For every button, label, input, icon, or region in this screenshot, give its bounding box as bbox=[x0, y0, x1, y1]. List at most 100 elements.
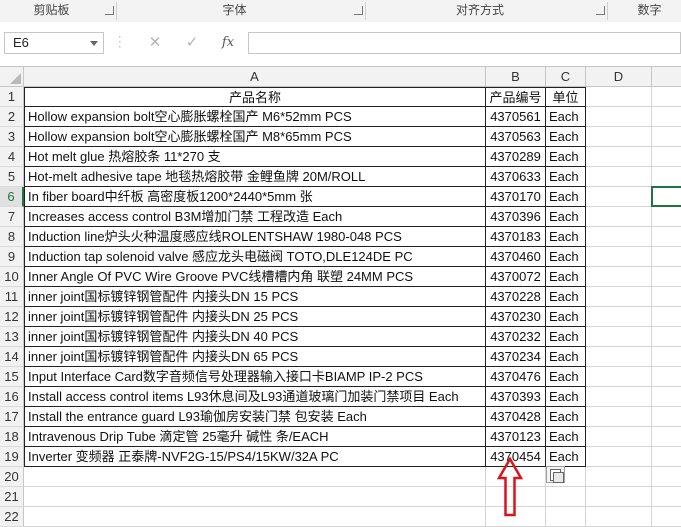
table-cell[interactable]: 4370072 bbox=[486, 267, 546, 287]
table-cell[interactable]: Each bbox=[546, 347, 586, 367]
row-header[interactable]: 10 bbox=[0, 267, 24, 287]
table-cell[interactable] bbox=[586, 207, 652, 227]
row-header[interactable]: 4 bbox=[0, 147, 24, 167]
table-cell[interactable] bbox=[586, 87, 652, 107]
select-all-button[interactable] bbox=[0, 67, 24, 87]
row-header[interactable]: 5 bbox=[0, 167, 24, 187]
table-cell[interactable]: Input Interface Card数字音频信号处理器输入接口卡BIAMP … bbox=[24, 367, 486, 387]
table-cell[interactable]: Induction line炉头火种温度感应线ROLENTSHAW 1980-0… bbox=[24, 227, 486, 247]
table-cell[interactable]: 单位 bbox=[546, 87, 586, 107]
row-header[interactable]: 1 bbox=[0, 87, 24, 107]
table-cell[interactable]: Each bbox=[546, 367, 586, 387]
table-cell[interactable] bbox=[652, 107, 681, 127]
table-cell[interactable]: Each bbox=[546, 167, 586, 187]
table-cell[interactable] bbox=[652, 407, 681, 427]
table-cell[interactable]: Intravenous Drip Tube 滴定管 25毫升 碱性 条/EACH bbox=[24, 427, 486, 447]
table-cell[interactable]: inner joint国标镀锌钢管配件 内接头DN 15 PCS bbox=[24, 287, 486, 307]
row-header[interactable]: 20 bbox=[0, 467, 24, 487]
row-header[interactable]: 18 bbox=[0, 427, 24, 447]
table-cell[interactable]: Hollow expansion bolt空心膨胀螺栓国产 M6*52mm PC… bbox=[24, 107, 486, 127]
row-header[interactable]: 3 bbox=[0, 127, 24, 147]
table-cell[interactable]: 4370393 bbox=[486, 387, 546, 407]
row-header[interactable]: 22 bbox=[0, 507, 24, 527]
table-cell[interactable] bbox=[586, 487, 652, 507]
row-header[interactable]: 14 bbox=[0, 347, 24, 367]
column-header[interactable]: D bbox=[586, 67, 652, 87]
table-cell[interactable] bbox=[24, 487, 486, 507]
table-cell[interactable]: Each bbox=[546, 147, 586, 167]
table-cell[interactable]: Hot-melt adhesive tape 地毯热熔胶带 金鲤鱼牌 20M/R… bbox=[24, 167, 486, 187]
formula-input[interactable] bbox=[248, 32, 681, 54]
row-header[interactable]: 21 bbox=[0, 487, 24, 507]
table-cell[interactable] bbox=[652, 347, 681, 367]
table-cell[interactable]: Each bbox=[546, 107, 586, 127]
table-cell[interactable]: 4370428 bbox=[486, 407, 546, 427]
table-cell[interactable]: Increases access control B3M增加门禁 工程改造 Ea… bbox=[24, 207, 486, 227]
name-box[interactable]: E6 bbox=[4, 32, 104, 54]
row-header[interactable]: 12 bbox=[0, 307, 24, 327]
table-cell[interactable]: Each bbox=[546, 127, 586, 147]
table-cell[interactable]: 4370563 bbox=[486, 127, 546, 147]
table-cell[interactable]: 4370633 bbox=[486, 167, 546, 187]
row-header[interactable]: 6 bbox=[0, 187, 24, 207]
table-cell[interactable]: Inner Angle Of PVC Wire Groove PVC线槽槽内角 … bbox=[24, 267, 486, 287]
table-cell[interactable]: Each bbox=[546, 427, 586, 447]
table-cell[interactable] bbox=[652, 427, 681, 447]
row-header[interactable]: 8 bbox=[0, 227, 24, 247]
table-cell[interactable]: inner joint国标镀锌钢管配件 内接头DN 40 PCS bbox=[24, 327, 486, 347]
table-cell[interactable]: 4370230 bbox=[486, 307, 546, 327]
table-cell[interactable] bbox=[652, 307, 681, 327]
row-header[interactable]: 19 bbox=[0, 447, 24, 467]
table-cell[interactable] bbox=[652, 167, 681, 187]
active-cell-selection[interactable] bbox=[651, 186, 681, 207]
table-cell[interactable] bbox=[586, 327, 652, 347]
table-cell[interactable]: In fiber board中纤板 高密度板1200*2440*5mm 张 bbox=[24, 187, 486, 207]
enter-icon[interactable]: ✓ bbox=[179, 32, 205, 54]
table-cell[interactable] bbox=[652, 467, 681, 487]
table-cell[interactable]: 4370183 bbox=[486, 227, 546, 247]
row-header[interactable]: 13 bbox=[0, 327, 24, 347]
table-cell[interactable]: 4370460 bbox=[486, 247, 546, 267]
table-cell[interactable]: Induction tap solenoid valve 感应龙头电磁阀 TOT… bbox=[24, 247, 486, 267]
table-cell[interactable]: 4370170 bbox=[486, 187, 546, 207]
row-header[interactable]: 9 bbox=[0, 247, 24, 267]
row-header[interactable]: 2 bbox=[0, 107, 24, 127]
table-cell[interactable] bbox=[546, 487, 586, 507]
table-cell[interactable]: 4370234 bbox=[486, 347, 546, 367]
table-cell[interactable] bbox=[586, 127, 652, 147]
row-header[interactable]: 15 bbox=[0, 367, 24, 387]
table-cell[interactable]: Hollow expansion bolt空心膨胀螺栓国产 M8*65mm PC… bbox=[24, 127, 486, 147]
table-cell[interactable] bbox=[586, 287, 652, 307]
table-cell[interactable] bbox=[652, 447, 681, 467]
column-header[interactable]: B bbox=[486, 67, 546, 87]
table-cell[interactable] bbox=[586, 307, 652, 327]
table-cell[interactable]: Hot melt glue 热熔胶条 11*270 支 bbox=[24, 147, 486, 167]
table-cell[interactable] bbox=[652, 387, 681, 407]
table-cell[interactable]: inner joint国标镀锌钢管配件 内接头DN 25 PCS bbox=[24, 307, 486, 327]
table-cell[interactable] bbox=[546, 507, 586, 527]
table-cell[interactable]: Each bbox=[546, 407, 586, 427]
row-header[interactable]: 7 bbox=[0, 207, 24, 227]
table-cell[interactable] bbox=[652, 487, 681, 507]
table-cell[interactable] bbox=[586, 427, 652, 447]
table-cell[interactable]: 4370476 bbox=[486, 367, 546, 387]
table-cell[interactable] bbox=[652, 127, 681, 147]
table-cell[interactable] bbox=[586, 107, 652, 127]
table-cell[interactable] bbox=[586, 187, 652, 207]
table-cell[interactable] bbox=[24, 507, 486, 527]
column-header[interactable] bbox=[652, 67, 681, 87]
table-cell[interactable]: Each bbox=[546, 287, 586, 307]
table-cell[interactable] bbox=[652, 87, 681, 107]
column-header[interactable]: C bbox=[546, 67, 586, 87]
chevron-down-icon[interactable] bbox=[90, 41, 98, 46]
table-cell[interactable]: Each bbox=[546, 247, 586, 267]
table-cell[interactable] bbox=[586, 387, 652, 407]
table-cell[interactable] bbox=[652, 267, 681, 287]
table-cell[interactable]: Each bbox=[546, 327, 586, 347]
table-cell[interactable]: 4370289 bbox=[486, 147, 546, 167]
dialog-launcher-icon[interactable] bbox=[354, 6, 363, 15]
table-cell[interactable] bbox=[586, 467, 652, 487]
dialog-launcher-icon[interactable] bbox=[596, 6, 605, 15]
table-cell[interactable] bbox=[652, 147, 681, 167]
table-cell[interactable]: 4370123 bbox=[486, 427, 546, 447]
